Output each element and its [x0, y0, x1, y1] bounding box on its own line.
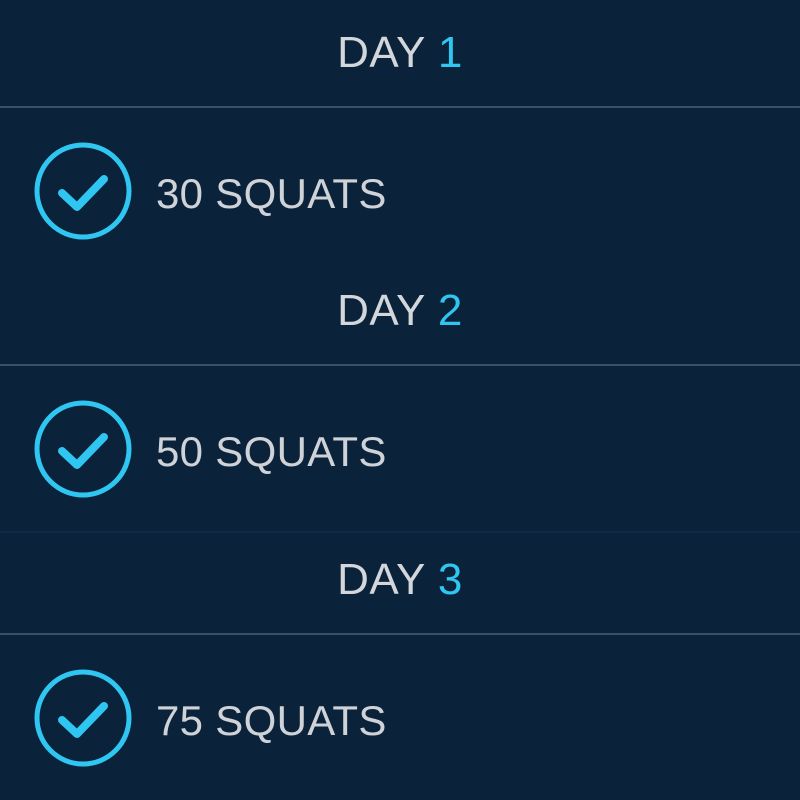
- day-section-2: DAY 2 50 SQUATS: [0, 258, 800, 532]
- task-label: 30 SQUATS: [156, 170, 387, 217]
- day-section-3: DAY 3 75 SQUATS: [0, 527, 800, 800]
- task-row-day-3[interactable]: 75 SQUATS: [0, 635, 800, 785]
- day-number: 3: [437, 555, 463, 604]
- day-label: DAY: [337, 555, 426, 604]
- day-label: DAY: [337, 286, 426, 335]
- day-section-1: DAY 1 30 SQUATS: [0, 0, 800, 266]
- check-circle-icon[interactable]: [33, 399, 133, 499]
- task-row-day-2[interactable]: 50 SQUATS: [0, 366, 800, 516]
- squat-challenge-screen: DAY 1 30 SQUATS DAY 2 50 SQUATS DAY 3 75…: [0, 0, 800, 800]
- day-header: DAY 3: [0, 527, 800, 633]
- day-header: DAY 1: [0, 0, 800, 106]
- task-label: 50 SQUATS: [156, 428, 387, 475]
- day-number: 1: [437, 28, 463, 77]
- day-label: DAY: [337, 28, 426, 77]
- check-circle-icon[interactable]: [33, 141, 133, 241]
- day-number: 2: [437, 286, 463, 335]
- task-row-day-1[interactable]: 30 SQUATS: [0, 108, 800, 258]
- day-header: DAY 2: [0, 258, 800, 364]
- check-circle-icon[interactable]: [33, 668, 133, 768]
- task-label: 75 SQUATS: [156, 697, 387, 744]
